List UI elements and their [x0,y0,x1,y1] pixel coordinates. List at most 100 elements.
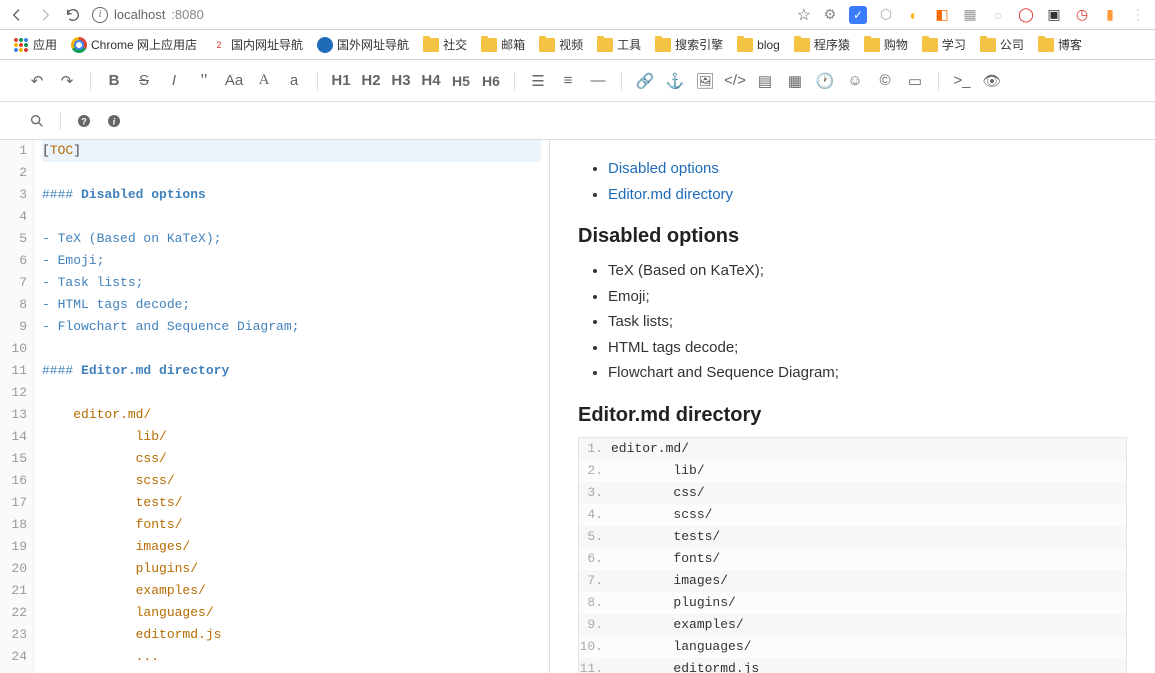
bookmark-cn-nav[interactable]: 2国内网址导航 [206,34,308,55]
url-host: localhost [114,7,165,22]
ext-icon-10[interactable]: ◷ [1073,6,1091,24]
browser-nav-bar: i localhost:8080 ☆ ⚙ ✓ ⬡ ◐ ◧ ▦ ○ ◯ ▣ ◷ ▮… [0,0,1155,30]
code-line [42,206,541,228]
hr-button[interactable]: — [583,66,613,96]
list-item: Task lists; [608,309,1127,335]
redo-button[interactable]: ↷ [52,66,82,96]
code-line: - TeX (Based on KaTeX); [42,228,541,250]
code-line: ... [42,646,541,668]
pagebreak-button[interactable]: ▭ [900,66,930,96]
preview-codeblock: 1.editor.md/ 2. lib/ 3. css/ 4. scss/ 5.… [578,437,1127,673]
emoji-button[interactable]: ☺ [840,66,870,96]
toc-item: Editor.md directory [608,182,1127,208]
bookmark-intl-nav[interactable]: 国外网址导航 [312,34,414,55]
forward-button[interactable] [36,6,54,24]
folder-icon [980,38,996,52]
h2-button[interactable]: H2 [356,66,386,96]
bookmark-chrome-store[interactable]: Chrome 网上应用店 [66,34,202,55]
bookmark-coder[interactable]: 程序猿 [789,34,855,55]
watch-button[interactable]: 👁 [977,66,1007,96]
url-port: :8080 [171,7,204,22]
lowercase-button[interactable]: a [279,66,309,96]
ext-icon-1[interactable]: ⚙ [821,6,839,24]
ext-icon-5[interactable]: ◧ [933,6,951,24]
folder-icon [794,38,810,52]
bookmark-tools[interactable]: 工具 [592,34,646,55]
toc-link-2[interactable]: Editor.md directory [608,186,733,203]
goto-button[interactable]: >_ [947,66,977,96]
apps-icon [13,37,29,53]
folder-icon [423,38,439,52]
ext-icon-7[interactable]: ○ [989,6,1007,24]
image-button[interactable]: 🖼 [690,66,720,96]
bookmark-social[interactable]: 社交 [418,34,472,55]
toc-link-1[interactable]: Disabled options [608,160,719,177]
chrome-icon [71,37,87,53]
help-button[interactable]: ? [69,106,99,136]
address-bar[interactable]: i localhost:8080 [92,7,204,23]
source-editor[interactable]: [TOC] #### Disabled options - TeX (Based… [34,140,549,673]
folder-icon [1038,38,1054,52]
folder-icon [597,38,613,52]
ext-icon-11[interactable]: ▮ [1101,6,1119,24]
back-button[interactable] [8,6,26,24]
editor-container: ↶ ↷ B S I " Aa A a H1 H2 H3 H4 H5 H6 ☰ ≡… [0,60,1155,673]
bookmark-video[interactable]: 视频 [534,34,588,55]
h5-button[interactable]: H5 [446,66,476,96]
ext-icon-8[interactable]: ◯ [1017,6,1035,24]
preview-list: TeX (Based on KaTeX); Emoji; Task lists;… [578,258,1127,386]
folder-icon [655,38,671,52]
info-button[interactable]: i [99,106,129,136]
code-line: editormd.js [42,624,541,646]
list-item: HTML tags decode; [608,335,1127,361]
line-gutter: 123456789101112131415161718192021222324 [0,140,34,673]
ext-icon-3[interactable]: ⬡ [877,6,895,24]
ext-icon-9[interactable]: ▣ [1045,6,1063,24]
folder-icon [539,38,555,52]
h6-button[interactable]: H6 [476,66,506,96]
entities-button[interactable]: © [870,66,900,96]
code-line: [TOC] [42,140,541,162]
ext-icon-2[interactable]: ✓ [849,6,867,24]
quote-button[interactable]: " [189,66,219,96]
bookmark-apps[interactable]: 应用 [8,34,62,55]
code-line: #### Editor.md directory [42,360,541,382]
ext-icon-4[interactable]: ◐ [905,6,923,24]
bookmark-study[interactable]: 学习 [917,34,971,55]
ext-icon-6[interactable]: ▦ [961,6,979,24]
bookmark-mail[interactable]: 邮箱 [476,34,530,55]
strike-button[interactable]: S [129,66,159,96]
codeblock-button[interactable]: ▤ [750,66,780,96]
code-line: #### Disabled options [42,184,541,206]
h4-button[interactable]: H4 [416,66,446,96]
datetime-button[interactable]: 🕐 [810,66,840,96]
code-line: scss/ [42,470,541,492]
toc-list: Disabled options Editor.md directory [578,156,1127,207]
bookmark-star-icon[interactable]: ☆ [797,5,811,25]
bold-button[interactable]: B [99,66,129,96]
italic-button[interactable]: I [159,66,189,96]
bookmark-company[interactable]: 公司 [975,34,1029,55]
ext-icon-12[interactable]: ⋮ [1129,6,1147,24]
code-line: lib/ [42,426,541,448]
code-line: languages/ [42,602,541,624]
bookmark-search[interactable]: 搜索引擎 [650,34,728,55]
bookmark-blog[interactable]: blog [732,36,785,54]
code-button[interactable]: </> [720,66,750,96]
search-button[interactable] [22,106,52,136]
code-line: css/ [42,448,541,470]
ol-button[interactable]: ≡ [553,66,583,96]
folder-icon [737,38,753,52]
table-button[interactable]: ▦ [780,66,810,96]
font-size-button[interactable]: Aa [219,66,249,96]
uppercase-button[interactable]: A [249,66,279,96]
bookmark-boke[interactable]: 博客 [1033,34,1087,55]
ul-button[interactable]: ☰ [523,66,553,96]
h3-button[interactable]: H3 [386,66,416,96]
h1-button[interactable]: H1 [326,66,356,96]
link-button[interactable]: 🔗 [630,66,660,96]
undo-button[interactable]: ↶ [22,66,52,96]
anchor-button[interactable]: ⚓ [660,66,690,96]
bookmark-shop[interactable]: 购物 [859,34,913,55]
reload-button[interactable] [64,6,82,24]
